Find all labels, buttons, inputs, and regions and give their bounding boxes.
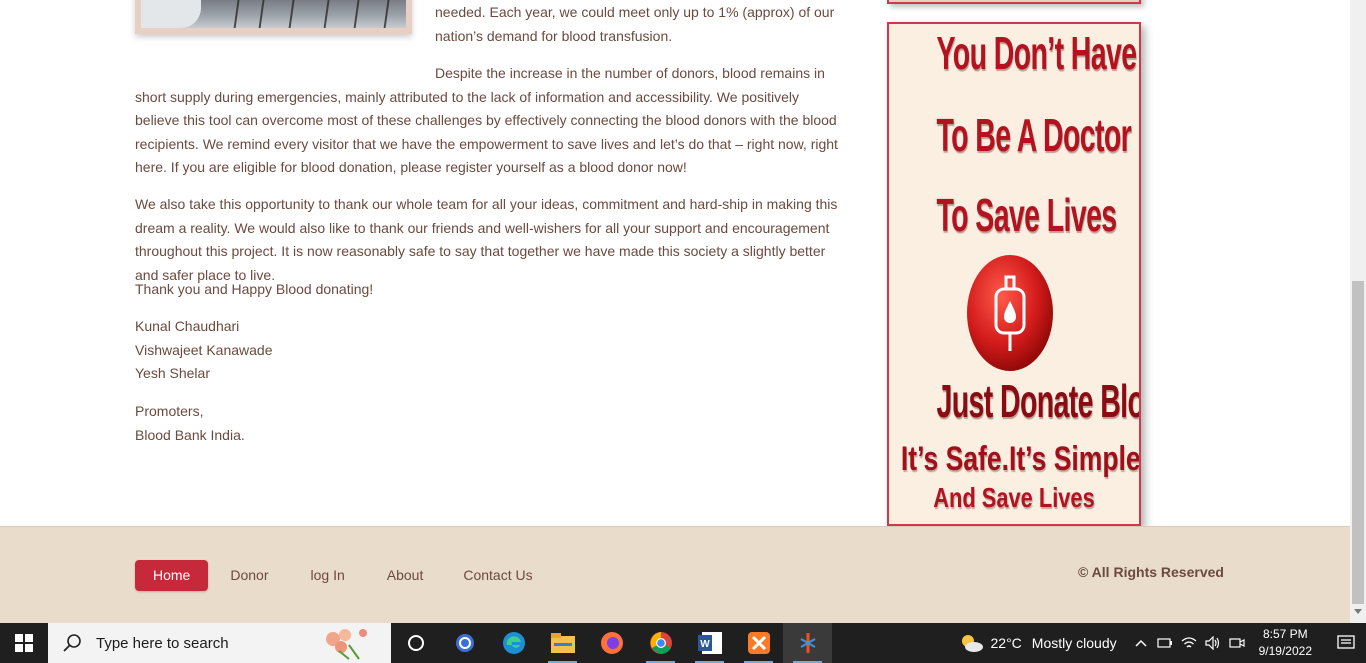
clock-date: 9/19/2022 xyxy=(1258,644,1312,658)
main-content: needed. Each year, we could meet only up… xyxy=(0,0,1350,526)
svg-text:W: W xyxy=(700,639,710,650)
scroll-down-arrow-icon[interactable] xyxy=(1354,609,1362,614)
copyright: © All Rights Reserved xyxy=(1078,564,1224,580)
footer-nav: Home Donor log In About Contact Us xyxy=(135,560,553,591)
meet-now-icon[interactable] xyxy=(1225,623,1249,663)
paragraph-1-line-1: needed. Each year, we could meet only up… xyxy=(435,4,835,20)
poster-line-4: Just Donate Blood xyxy=(936,375,1140,427)
closing-line: Blood Bank India. xyxy=(135,426,245,443)
vertical-scrollbar[interactable] xyxy=(1350,0,1366,623)
closing: Promoters, Blood Bank India. xyxy=(135,400,840,447)
windows-taskbar: Type here to search W 22°C Mostly cloudy… xyxy=(0,623,1366,663)
system-tray: 22°C Mostly cloudy 8:57 PM 9/19/2022 xyxy=(959,623,1366,663)
windows-logo-icon xyxy=(15,634,33,652)
poster-line-3: To Save Lives xyxy=(936,189,1118,241)
search-icon xyxy=(63,634,81,652)
activity-icon[interactable] xyxy=(440,623,489,663)
signature-name: Kunal Chaudhari xyxy=(135,318,240,334)
signature-list: Kunal Chaudhari Vishwajeet Kanawade Yesh… xyxy=(135,315,840,386)
poster-line-1: You Don’t Have xyxy=(936,27,1138,79)
donate-blood-poster: You Don’t Have To Be A Doctor To Save Li… xyxy=(887,22,1141,526)
xampp-icon[interactable] xyxy=(734,623,783,663)
word-icon[interactable]: W xyxy=(685,623,734,663)
flower-decoration-icon xyxy=(326,629,367,660)
poster-line-6: And Save Lives xyxy=(933,482,1095,513)
notification-center-icon[interactable] xyxy=(1326,623,1366,663)
paragraph-4: Thank you and Happy Blood donating! xyxy=(135,281,374,297)
battery-icon[interactable] xyxy=(1153,623,1177,663)
weather-condition: Mostly cloudy xyxy=(1031,635,1117,651)
clock-time: 8:57 PM xyxy=(1262,627,1308,641)
nav-home[interactable]: Home xyxy=(135,560,209,591)
nav-contact-us[interactable]: Contact Us xyxy=(443,560,552,591)
poster-line-5: It’s Safe.It’s Simple xyxy=(900,440,1141,478)
nav-donor[interactable]: Donor xyxy=(210,560,288,591)
paragraph-3: We also take this opportunity to thank o… xyxy=(135,196,838,283)
chevron-up-icon[interactable] xyxy=(1129,623,1153,663)
wifi-icon[interactable] xyxy=(1177,623,1201,663)
cloudy-weather-icon xyxy=(961,635,983,652)
file-explorer-icon[interactable] xyxy=(538,623,587,663)
cortana-icon[interactable] xyxy=(391,623,440,663)
poster-line-2: To Be A Doctor xyxy=(936,109,1132,161)
chrome-icon[interactable] xyxy=(636,623,685,663)
closing-line: Promoters, xyxy=(135,403,204,419)
paragraph-1-line-2: nation’s demand for blood transfusion. xyxy=(435,27,673,44)
edge-icon[interactable] xyxy=(489,623,538,663)
firefox-icon[interactable] xyxy=(587,623,636,663)
weather-widget[interactable]: 22°C Mostly cloudy xyxy=(959,633,1117,653)
blood-bag-icon xyxy=(967,255,1053,371)
site-footer: Home Donor log In About Contact Us © All… xyxy=(0,526,1350,623)
article-photo xyxy=(141,0,406,28)
scrollbar-thumb[interactable] xyxy=(1352,281,1364,604)
signature-name: Vishwajeet Kanawade xyxy=(135,341,273,358)
paragraph-1: needed. Each year, we could meet only up… xyxy=(435,1,840,48)
taskbar-clock[interactable]: 8:57 PM 9/19/2022 xyxy=(1259,626,1312,660)
poster-top-frame xyxy=(887,0,1141,4)
taskbar-search[interactable]: Type here to search xyxy=(48,623,391,663)
nav-login[interactable]: log In xyxy=(289,560,367,591)
search-placeholder: Type here to search xyxy=(96,634,229,652)
volume-icon[interactable] xyxy=(1201,623,1225,663)
signature-name: Yesh Shelar xyxy=(135,365,210,381)
start-button[interactable] xyxy=(0,623,48,663)
snipping-icon[interactable] xyxy=(783,623,832,663)
paragraph-2: Despite the increase in the number of do… xyxy=(135,65,838,175)
weather-temp: 22°C xyxy=(990,635,1022,651)
article-photo-frame xyxy=(135,0,412,34)
nav-about[interactable]: About xyxy=(367,560,444,591)
